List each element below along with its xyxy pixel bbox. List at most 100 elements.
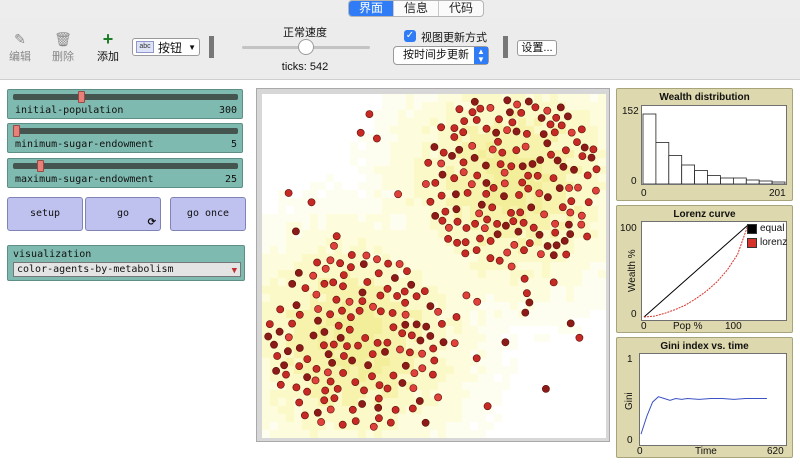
sugar-patch xyxy=(438,230,446,238)
agent-turtle xyxy=(345,297,354,306)
sugar-patch xyxy=(262,262,270,270)
speed-slider-thumb[interactable] xyxy=(298,39,314,55)
sugar-patch xyxy=(566,286,574,294)
sugar-patch xyxy=(342,222,350,230)
sugar-patch xyxy=(278,150,286,158)
add-button[interactable]: + 添加 xyxy=(90,30,126,64)
tab-code[interactable]: 代码 xyxy=(439,1,483,16)
sugar-patch xyxy=(574,414,582,422)
sugar-patch xyxy=(454,230,462,238)
pencil-icon: ✎ xyxy=(14,31,26,47)
sugar-patch xyxy=(494,342,502,350)
widget-type-value: 按钮 xyxy=(158,40,183,55)
agent-turtle xyxy=(288,319,296,328)
delete-button[interactable]: 🗑 删除 xyxy=(45,30,81,64)
sugar-patch xyxy=(358,318,366,326)
sugar-patch xyxy=(566,310,574,318)
sugar-patch xyxy=(350,214,358,222)
sugar-patch xyxy=(390,302,398,310)
sugar-patch xyxy=(350,230,358,238)
go-button[interactable]: go ⟳ xyxy=(85,197,161,231)
tab-interface[interactable]: 界面 xyxy=(349,1,395,16)
agent-turtle xyxy=(389,323,398,332)
sugar-patch xyxy=(406,222,414,230)
agent-turtle xyxy=(383,284,392,293)
sugar-patch xyxy=(590,334,598,342)
edit-button[interactable]: ✎ 编辑 xyxy=(2,30,38,64)
sugar-patch xyxy=(478,374,486,382)
sugar-patch xyxy=(518,358,526,366)
view-updates-checkbox[interactable]: ✓ xyxy=(404,30,416,42)
sugar-patch xyxy=(550,294,558,302)
slider-value: 5 xyxy=(230,139,237,150)
legend-label: lorenz xyxy=(760,237,788,248)
sugar-patch xyxy=(366,398,374,406)
agent-turtle xyxy=(283,347,292,356)
sugar-patch xyxy=(470,126,478,134)
sugar-patch xyxy=(574,110,582,118)
plus-icon: + xyxy=(102,29,114,49)
sugar-patch xyxy=(558,390,566,398)
sugar-patch xyxy=(358,230,366,238)
sugar-patch xyxy=(598,310,606,318)
sugar-patch xyxy=(374,246,382,254)
visualization-chooser[interactable]: visualization color-agents-by-metabolism… xyxy=(7,245,245,281)
sugar-patch xyxy=(262,134,270,142)
sugar-patch xyxy=(550,406,558,414)
sugar-patch xyxy=(494,94,502,102)
agent-turtle xyxy=(459,128,468,137)
agent-turtle xyxy=(552,113,561,122)
agent-turtle xyxy=(374,269,383,278)
ticks-counter: ticks: 542 xyxy=(281,61,329,73)
sugar-patch xyxy=(278,118,286,126)
sugar-patch xyxy=(574,174,582,182)
agent-turtle xyxy=(476,234,484,243)
chooser-select[interactable]: color-agents-by-metabolism ▼ xyxy=(13,262,241,277)
settings-button[interactable]: 设置... xyxy=(517,40,557,56)
world-canvas[interactable] xyxy=(262,94,606,438)
sugar-patch xyxy=(574,198,582,206)
sugar-patch xyxy=(382,366,390,374)
agent-turtle xyxy=(410,369,419,377)
sugar-patch xyxy=(526,318,534,326)
sugar-patch xyxy=(470,366,478,374)
sugar-patch xyxy=(502,142,510,150)
slider-thumb[interactable] xyxy=(36,160,44,172)
sugar-patch xyxy=(598,102,606,110)
update-mode-select[interactable]: 按时间步更新 ▲ ▼ xyxy=(393,46,489,65)
sugar-patch xyxy=(462,214,470,222)
sugar-patch xyxy=(574,406,582,414)
sugar-patch xyxy=(566,102,574,110)
slider-minimum-sugar-endowment[interactable]: minimum-sugar-endowment 5 xyxy=(7,123,243,153)
agent-turtle xyxy=(320,279,329,288)
go-once-button[interactable]: go once xyxy=(170,197,246,231)
slider-thumb[interactable] xyxy=(13,125,20,137)
slider-track xyxy=(13,94,238,100)
sugar-patch xyxy=(438,134,446,142)
sugar-patch xyxy=(566,294,574,302)
sugar-patch xyxy=(446,142,454,150)
agent-turtle xyxy=(584,198,593,207)
setup-button[interactable]: setup xyxy=(7,197,83,231)
sugar-patch xyxy=(358,190,366,198)
sugar-patch xyxy=(334,150,342,158)
series-line-equal xyxy=(643,224,749,318)
agent-turtle xyxy=(549,174,558,182)
world-view[interactable] xyxy=(256,88,610,442)
tab-info[interactable]: 信息 xyxy=(394,1,440,16)
sugar-patch xyxy=(494,366,502,374)
slider-thumb[interactable] xyxy=(78,91,86,103)
widget-type-select[interactable]: abc 按钮 ▼ xyxy=(132,38,200,56)
slider-initial-population[interactable]: initial-population 300 xyxy=(7,89,243,119)
sugar-patch xyxy=(406,214,414,222)
slider-maximum-sugar-endowment[interactable]: maximum-sugar-endowment 25 xyxy=(7,158,243,188)
sugar-patch xyxy=(390,358,398,366)
sugar-patch xyxy=(438,94,446,102)
sugar-patch xyxy=(558,334,566,342)
sugar-patch xyxy=(342,382,350,390)
agent-turtle xyxy=(476,104,485,113)
sugar-patch xyxy=(278,262,286,270)
sugar-patch xyxy=(422,190,430,198)
sugar-patch xyxy=(390,254,398,262)
agent-turtle xyxy=(388,309,397,317)
